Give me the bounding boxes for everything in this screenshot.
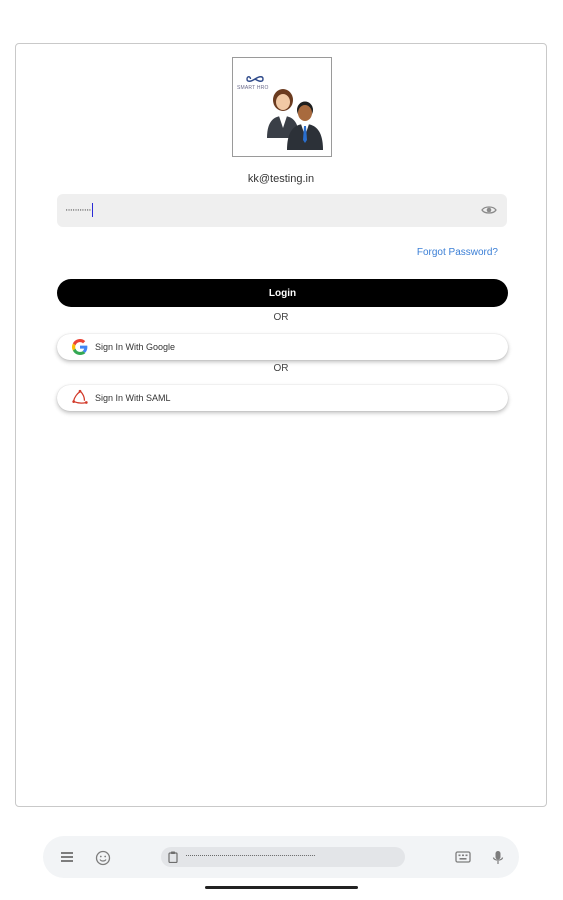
password-field[interactable]: ··········· bbox=[57, 194, 507, 227]
saml-signin-button[interactable]: Sign In With SAML bbox=[57, 385, 508, 411]
login-card: SMART HRO kk@testing.in ··········· Forg… bbox=[15, 43, 547, 807]
clipboard-icon bbox=[168, 851, 178, 863]
forgot-password-link[interactable]: Forgot Password? bbox=[417, 247, 498, 258]
microphone-icon[interactable] bbox=[492, 850, 504, 866]
saml-signin-label: Sign In With SAML bbox=[95, 393, 171, 403]
keyboard-icon[interactable] bbox=[455, 850, 471, 864]
keyboard-toolbar: ········································… bbox=[43, 836, 519, 878]
google-signin-button[interactable]: Sign In With Google bbox=[57, 334, 508, 360]
login-button[interactable]: Login bbox=[57, 279, 508, 307]
password-value[interactable]: ··········· bbox=[65, 203, 93, 217]
company-logo: SMART HRO bbox=[232, 57, 332, 157]
apps-grid-icon[interactable] bbox=[60, 850, 74, 864]
google-icon bbox=[71, 338, 89, 356]
or-divider: OR bbox=[273, 363, 289, 374]
clipboard-text: ········································… bbox=[185, 850, 316, 860]
eye-icon[interactable] bbox=[481, 204, 497, 216]
infinity-logo-icon bbox=[246, 76, 264, 82]
emoji-icon[interactable] bbox=[95, 850, 111, 866]
text-caret bbox=[91, 203, 93, 217]
google-signin-label: Sign In With Google bbox=[95, 342, 176, 352]
or-divider: OR bbox=[273, 312, 289, 323]
saml-icon bbox=[71, 389, 89, 407]
home-indicator[interactable] bbox=[205, 886, 358, 889]
users-illustration-icon bbox=[267, 89, 323, 150]
account-email: kk@testing.in bbox=[247, 173, 315, 185]
clipboard-suggestion[interactable]: ········································… bbox=[161, 847, 405, 867]
